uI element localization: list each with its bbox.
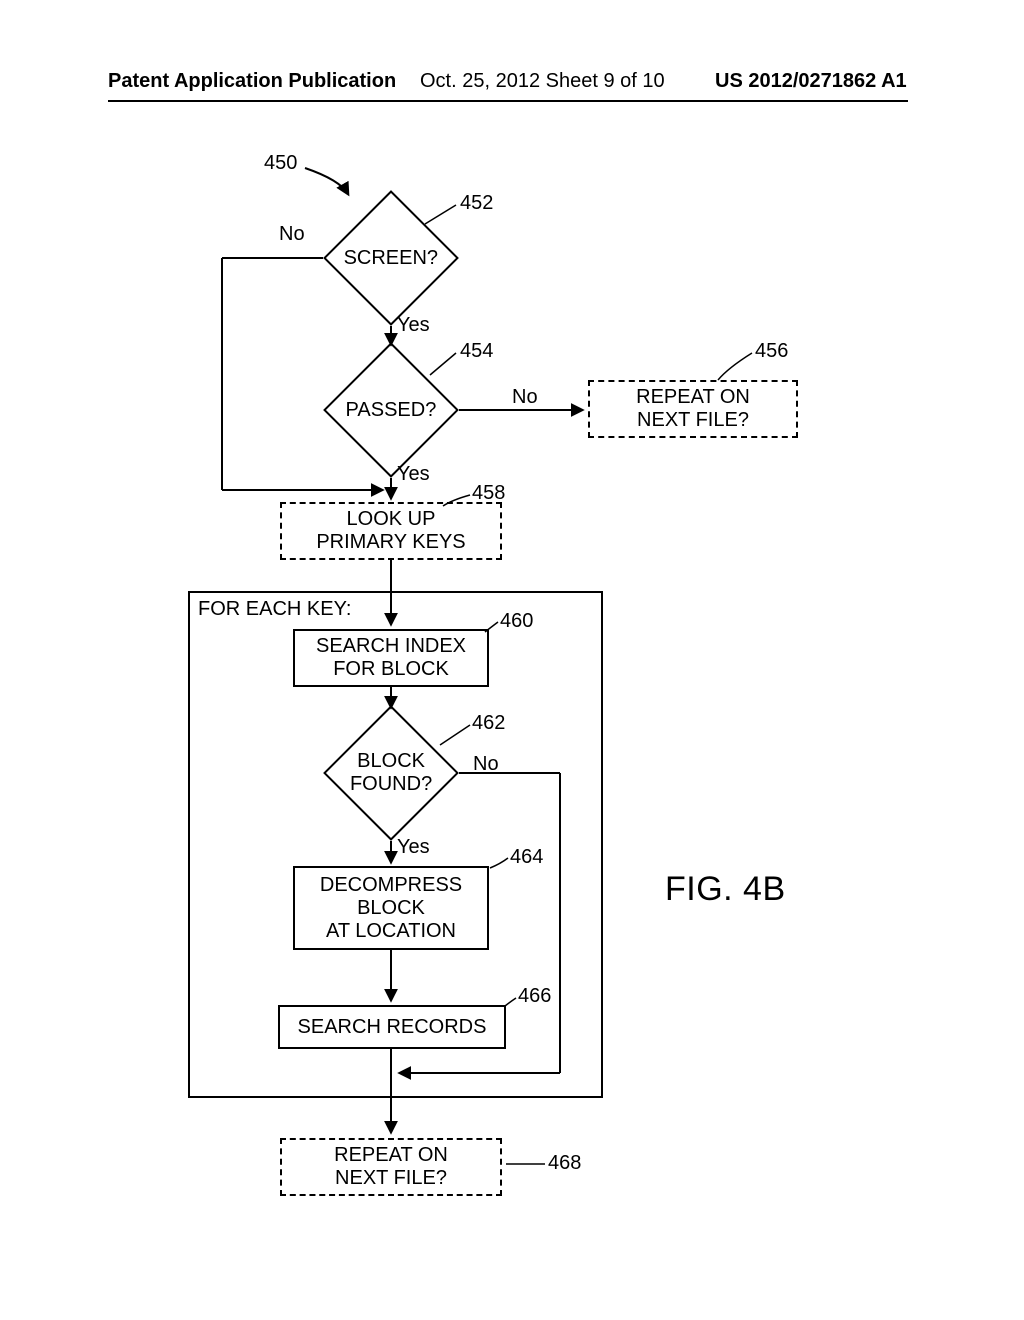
ref-452: 452 [460,192,493,215]
page: Patent Application Publication Oct. 25, … [0,0,1024,1320]
header-rule [108,100,908,102]
decision-block-found-text-l2: FOUND? [350,773,432,796]
repeat-next-file-2-l2: NEXT FILE? [335,1167,447,1190]
ref-462: 462 [472,712,505,735]
label-yes-1: Yes [397,314,430,337]
ref-466: 466 [518,985,551,1008]
process-search-index: SEARCH INDEX FOR BLOCK [293,629,489,687]
label-no-2: No [512,386,538,409]
ref-456: 456 [755,340,788,363]
process-repeat-next-file-1: REPEAT ON NEXT FILE? [588,380,798,438]
search-index-l1: SEARCH INDEX [316,635,466,658]
decompress-l3: AT LOCATION [326,920,456,943]
process-decompress-block: DECOMPRESS BLOCK AT LOCATION [293,866,489,950]
repeat-next-file-2-l1: REPEAT ON [334,1144,448,1167]
repeat-next-file-1-l2: NEXT FILE? [637,409,749,432]
decompress-l2: BLOCK [357,897,425,920]
lookup-l2: PRIMARY KEYS [316,531,465,554]
decompress-l1: DECOMPRESS [320,874,462,897]
process-search-records: SEARCH RECORDS [278,1005,506,1049]
ref-464: 464 [510,846,543,869]
for-each-key-label: FOR EACH KEY: [198,598,351,621]
decision-passed-text: PASSED? [346,399,437,422]
ref-458: 458 [472,482,505,505]
search-records-text: SEARCH RECORDS [298,1016,487,1039]
process-lookup-primary-keys: LOOK UP PRIMARY KEYS [280,502,502,560]
decision-screen-text: SCREEN? [344,247,438,270]
decision-block-found-text-l1: BLOCK [350,750,432,773]
lookup-l1: LOOK UP [347,508,436,531]
label-no-3: No [473,753,499,776]
label-yes-3: Yes [397,836,430,859]
process-repeat-next-file-2: REPEAT ON NEXT FILE? [280,1138,502,1196]
header-center: Oct. 25, 2012 Sheet 9 of 10 [420,70,665,93]
figure-label: FIG. 4B [665,870,786,909]
ref-450: 450 [264,152,297,175]
decision-passed: PASSED? [323,342,459,478]
label-yes-2: Yes [397,463,430,486]
repeat-next-file-1-l1: REPEAT ON [636,386,750,409]
header-right: US 2012/0271862 A1 [715,70,907,93]
search-index-l2: FOR BLOCK [333,658,449,681]
ref-460: 460 [500,610,533,633]
ref-454: 454 [460,340,493,363]
decision-screen: SCREEN? [323,190,459,326]
label-no-1: No [279,223,305,246]
ref-468: 468 [548,1152,581,1175]
header-left: Patent Application Publication [108,70,396,93]
